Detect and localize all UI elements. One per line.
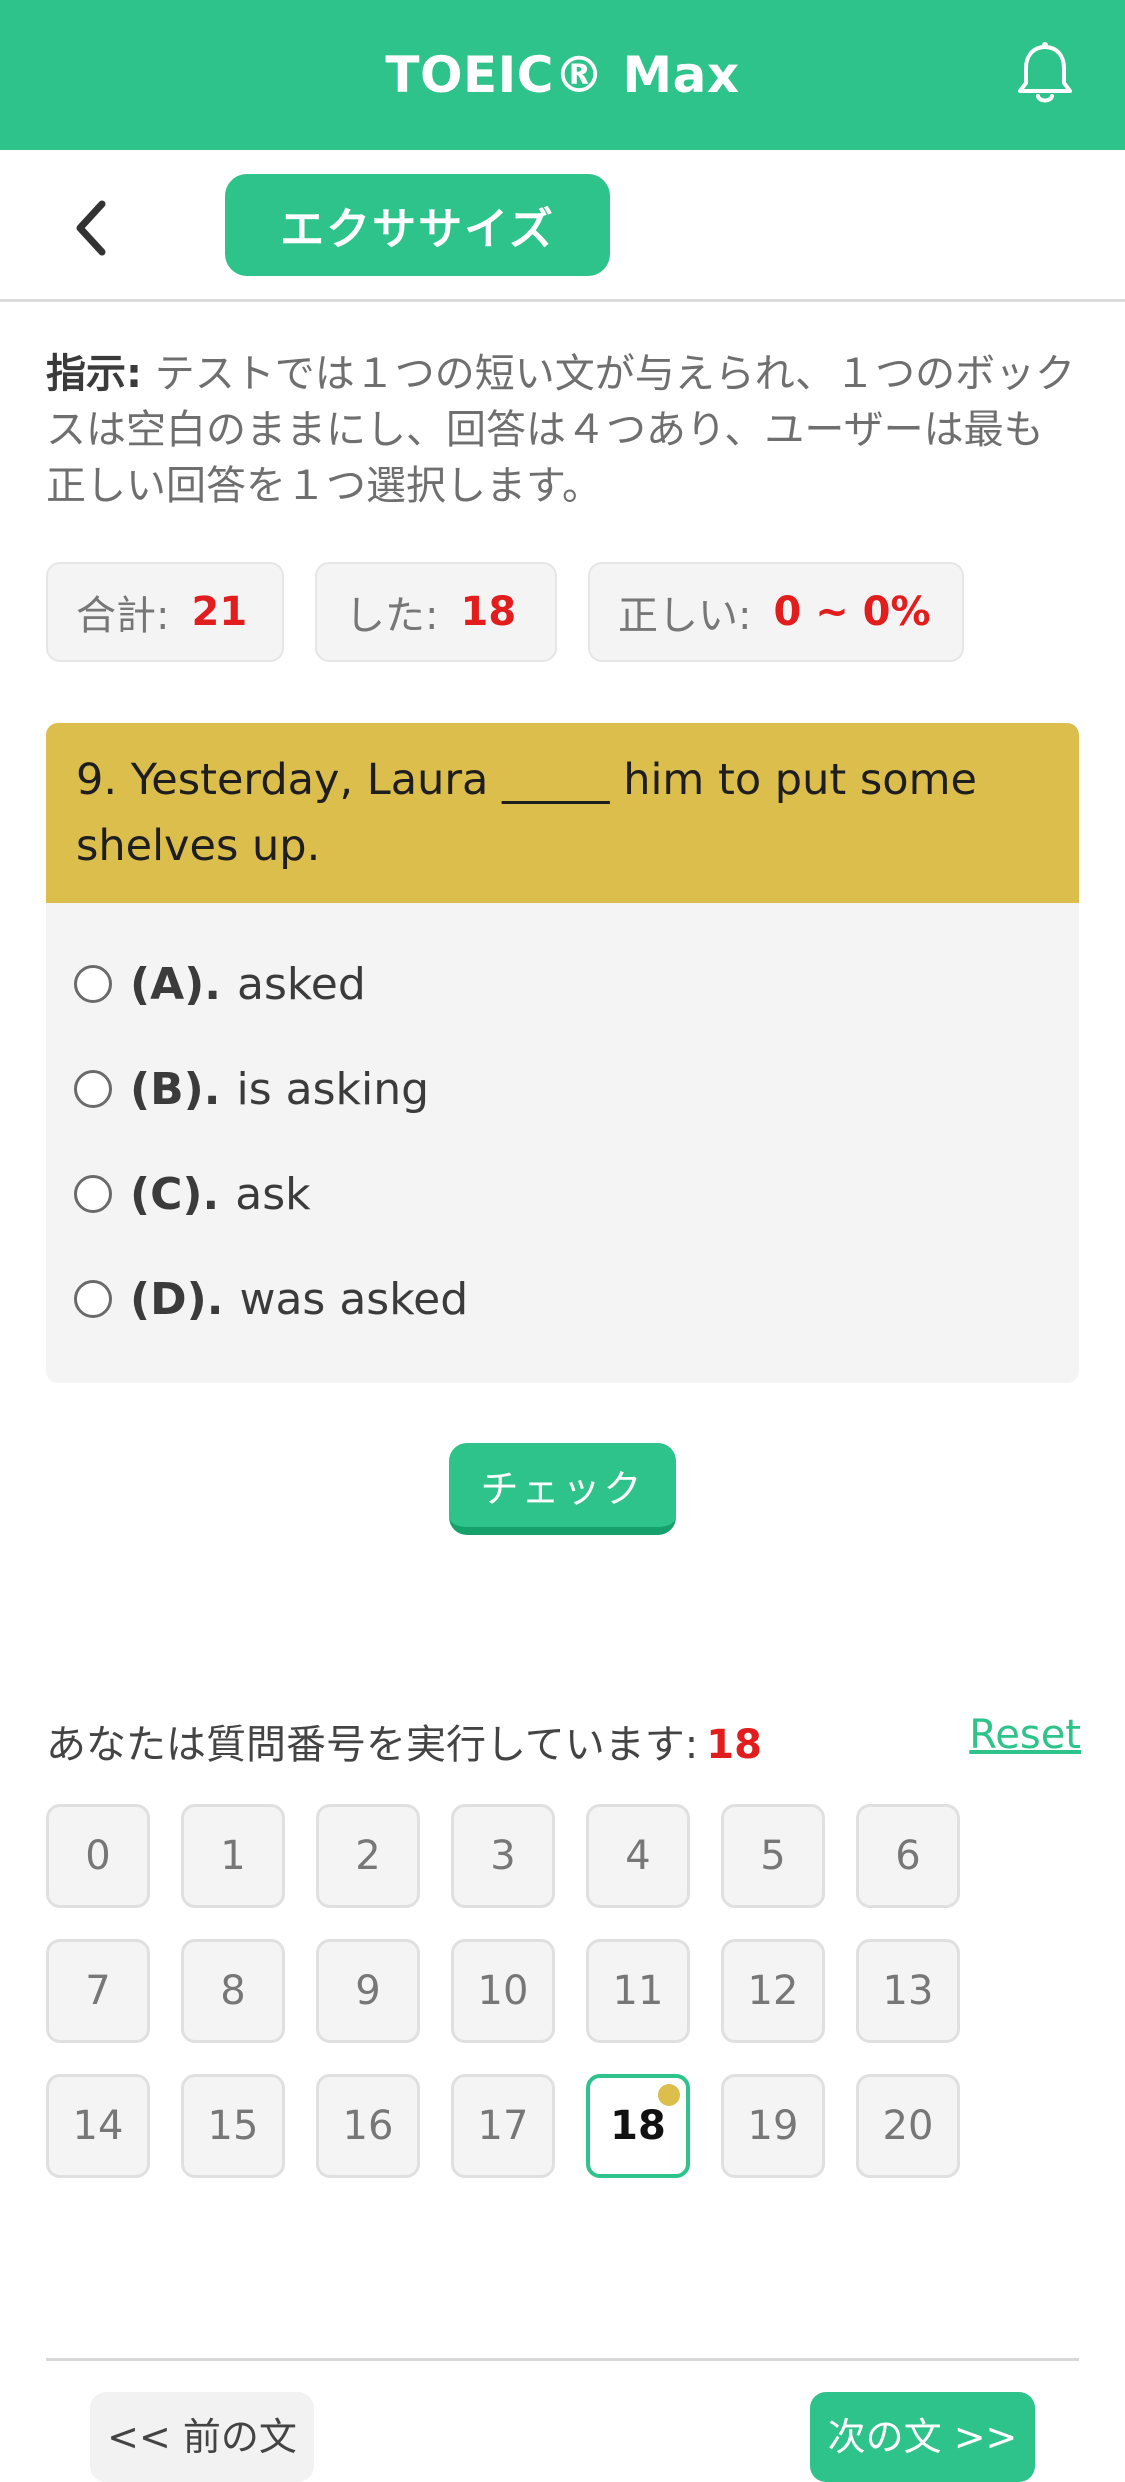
question-number-label: 7 — [85, 1968, 111, 2014]
question-card: 9. Yesterday, Laura _____ him to put som… — [46, 723, 1079, 1383]
stat-total-label: 合計: — [76, 593, 170, 639]
question-number-5[interactable]: 5 — [721, 1804, 825, 1908]
question-number-label: 2 — [355, 1833, 381, 1879]
question-number-label: 12 — [747, 1968, 799, 2014]
question-number-label: 14 — [72, 2103, 124, 2149]
next-sentence-button[interactable]: 次の文 >> — [810, 2392, 1035, 2482]
stat-correct-value: 0 ~ 0% — [773, 589, 931, 635]
question-number-6[interactable]: 6 — [856, 1804, 960, 1908]
question-number-label: 1 — [220, 1833, 246, 1879]
instructions: 指示: テストでは１つの短い文が与えられ、１つのボックスは空白のままにし、回答は… — [46, 346, 1081, 514]
question-number-15[interactable]: 15 — [181, 2074, 285, 2178]
question-number-label: 8 — [220, 1968, 246, 2014]
app-title: TOEIC® Max — [385, 46, 740, 104]
option-a[interactable]: (A). asked — [74, 949, 366, 1019]
question-number-2[interactable]: 2 — [316, 1804, 420, 1908]
question-number-label: 3 — [490, 1833, 516, 1879]
question-number-16[interactable]: 16 — [316, 2074, 420, 2178]
progress-line: あなたは質問番号を実行しています: 18 Reset — [46, 1712, 1081, 1772]
question-number-17[interactable]: 17 — [451, 2074, 555, 2178]
question-number-label: 20 — [882, 2103, 934, 2149]
bottom-divider — [46, 2358, 1079, 2361]
radio-c[interactable] — [74, 1175, 112, 1213]
radio-a[interactable] — [74, 965, 112, 1003]
question-number-label: 5 — [760, 1833, 786, 1879]
option-b-letter: (B). — [130, 1063, 221, 1115]
question-number-9[interactable]: 9 — [316, 1939, 420, 2043]
progress-label: あなたは質問番号を実行しています: — [46, 1722, 699, 1768]
question-number-label: 0 — [85, 1833, 111, 1879]
question-number-14[interactable]: 14 — [46, 2074, 150, 2178]
radio-b[interactable] — [74, 1070, 112, 1108]
instructions-text: テストでは１つの短い文が与えられ、１つのボックスは空白のままにし、回答は４つあり… — [46, 351, 1076, 509]
option-a-letter: (A). — [130, 958, 221, 1010]
question-number-13[interactable]: 13 — [856, 1939, 960, 2043]
question-number-19[interactable]: 19 — [721, 2074, 825, 2178]
question-number-0[interactable]: 0 — [46, 1804, 150, 1908]
question-number-label: 6 — [895, 1833, 921, 1879]
stat-done: した: 18 — [315, 562, 557, 662]
stat-correct: 正しい: 0 ~ 0% — [588, 562, 964, 662]
question-number-label: 15 — [207, 2103, 259, 2149]
option-c[interactable]: (C). ask — [74, 1159, 311, 1229]
question-number-label: 9 — [355, 1968, 381, 2014]
question-number-10[interactable]: 10 — [451, 1939, 555, 2043]
question-number-label: 16 — [342, 2103, 394, 2149]
option-b[interactable]: (B). is asking — [74, 1054, 429, 1124]
option-d[interactable]: (D). was asked — [74, 1264, 468, 1334]
stat-total: 合計: 21 — [46, 562, 284, 662]
progress-current: 18 — [706, 1722, 762, 1768]
stat-correct-label: 正しい: — [618, 593, 752, 639]
question-number-label: 10 — [477, 1968, 529, 2014]
stat-total-value: 21 — [191, 589, 248, 635]
reset-link[interactable]: Reset — [969, 1712, 1081, 1758]
question-number-label: 17 — [477, 2103, 529, 2149]
question-number-3[interactable]: 3 — [451, 1804, 555, 1908]
option-a-text: asked — [237, 958, 366, 1010]
question-number-label: 18 — [610, 2103, 666, 2149]
question-number-label: 19 — [747, 2103, 799, 2149]
question-number-11[interactable]: 11 — [586, 1939, 690, 2043]
notification-button[interactable] — [1009, 38, 1081, 110]
question-number-4[interactable]: 4 — [586, 1804, 690, 1908]
radio-d[interactable] — [74, 1280, 112, 1318]
option-c-text: ask — [235, 1168, 311, 1220]
current-indicator-dot — [658, 2084, 680, 2106]
instructions-label: 指示: — [46, 351, 142, 397]
question-number-label: 4 — [625, 1833, 651, 1879]
question-number-label: 13 — [882, 1968, 934, 2014]
question-number-8[interactable]: 8 — [181, 1939, 285, 2043]
question-number-7[interactable]: 7 — [46, 1939, 150, 2043]
question-number-12[interactable]: 12 — [721, 1939, 825, 2043]
question-number-1[interactable]: 1 — [181, 1804, 285, 1908]
tab-exercise[interactable]: エクササイズ — [225, 174, 610, 276]
question-text: 9. Yesterday, Laura _____ him to put som… — [46, 723, 1079, 903]
option-d-text: was asked — [239, 1273, 469, 1325]
option-d-letter: (D). — [130, 1273, 224, 1325]
question-number-20[interactable]: 20 — [856, 2074, 960, 2178]
stat-done-label: した: — [345, 593, 439, 639]
bell-icon — [1018, 42, 1072, 103]
back-button[interactable] — [54, 192, 126, 264]
stat-done-value: 18 — [460, 589, 517, 635]
app-bar: TOEIC® Max — [0, 0, 1125, 150]
question-number-18[interactable]: 18 — [586, 2074, 690, 2178]
option-b-text: is asking — [236, 1063, 430, 1115]
chevron-left-icon — [76, 200, 106, 256]
sub-header: エクササイズ — [0, 150, 1125, 302]
check-button[interactable]: チェック — [449, 1443, 676, 1535]
question-number-label: 11 — [612, 1968, 664, 2014]
option-c-letter: (C). — [130, 1168, 220, 1220]
prev-sentence-button[interactable]: << 前の文 — [90, 2392, 314, 2482]
